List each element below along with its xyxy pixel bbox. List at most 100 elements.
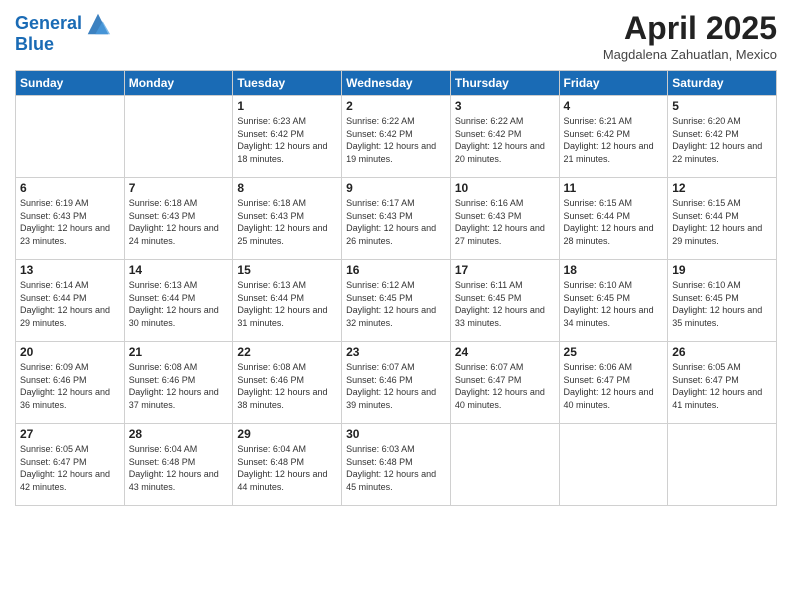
calendar-cell: 8Sunrise: 6:18 AM Sunset: 6:43 PM Daylig…: [233, 178, 342, 260]
day-info: Sunrise: 6:09 AM Sunset: 6:46 PM Dayligh…: [20, 361, 120, 411]
day-info: Sunrise: 6:16 AM Sunset: 6:43 PM Dayligh…: [455, 197, 555, 247]
day-number: 19: [672, 263, 772, 277]
calendar-col-header: Wednesday: [342, 71, 451, 96]
day-info: Sunrise: 6:23 AM Sunset: 6:42 PM Dayligh…: [237, 115, 337, 165]
calendar-cell: 2Sunrise: 6:22 AM Sunset: 6:42 PM Daylig…: [342, 96, 451, 178]
calendar-cell: 16 Sunrise: 6:12 AM Sunset: 6:45 PM Dayli…: [342, 260, 451, 342]
calendar-cell: 21Sunrise: 6:08 AM Sunset: 6:46 PM Dayli…: [124, 342, 233, 424]
calendar-body: 1 Sunrise: 6:23 AM Sunset: 6:42 PM Daylig…: [16, 96, 777, 506]
day-number: 13: [20, 263, 120, 277]
day-info: Sunrise: 6:05 AM Sunset: 6:47 PM Dayligh…: [20, 443, 120, 493]
day-info: Sunrise: 6:04 AM Sunset: 6:48 PM Dayligh…: [237, 443, 337, 493]
calendar-col-header: Saturday: [668, 71, 777, 96]
day-number: 6: [20, 181, 120, 195]
calendar-cell: 30 Sunrise: 6:03 AM Sunset: 6:48 PM Dayli…: [342, 424, 451, 506]
day-number: 11: [564, 181, 664, 195]
day-number: 24: [455, 345, 555, 359]
calendar-cell: 1 Sunrise: 6:23 AM Sunset: 6:42 PM Daylig…: [233, 96, 342, 178]
day-info: Sunrise: 6:22 AM Sunset: 6:42 PM Dayligh…: [455, 115, 555, 165]
day-number: 22: [237, 345, 337, 359]
calendar-col-header: Sunday: [16, 71, 125, 96]
calendar-cell: 9 Sunrise: 6:17 AM Sunset: 6:43 PM Daylig…: [342, 178, 451, 260]
day-info: Sunrise: 6:14 AM Sunset: 6:44 PM Dayligh…: [20, 279, 120, 329]
day-number: 15: [237, 263, 337, 277]
day-number: 25: [564, 345, 664, 359]
calendar-cell: 20 Sunrise: 6:09 AM Sunset: 6:46 PM Dayli…: [16, 342, 125, 424]
calendar: SundayMondayTuesdayWednesdayThursdayFrid…: [15, 70, 777, 506]
day-info: Sunrise: 6:19 AM Sunset: 6:43 PM Dayligh…: [20, 197, 120, 247]
calendar-cell: 18 Sunrise: 6:10 AM Sunset: 6:45 PM Dayli…: [559, 260, 668, 342]
calendar-cell: 13 Sunrise: 6:14 AM Sunset: 6:44 PM Dayli…: [16, 260, 125, 342]
day-info: Sunrise: 6:13 AM Sunset: 6:44 PM Dayligh…: [129, 279, 229, 329]
day-info: Sunrise: 6:12 AM Sunset: 6:45 PM Dayligh…: [346, 279, 446, 329]
day-info: Sunrise: 6:15 AM Sunset: 6:44 PM Dayligh…: [564, 197, 664, 247]
calendar-cell: [668, 424, 777, 506]
calendar-cell: 22 Sunrise: 6:08 AM Sunset: 6:46 PM Dayli…: [233, 342, 342, 424]
title-block: April 2025 Magdalena Zahuatlan, Mexico: [603, 10, 777, 62]
day-info: Sunrise: 6:07 AM Sunset: 6:46 PM Dayligh…: [346, 361, 446, 411]
calendar-cell: 7 Sunrise: 6:18 AM Sunset: 6:43 PM Daylig…: [124, 178, 233, 260]
day-number: 7: [129, 181, 229, 195]
day-number: 26: [672, 345, 772, 359]
day-number: 23: [346, 345, 446, 359]
day-info: Sunrise: 6:10 AM Sunset: 6:45 PM Dayligh…: [564, 279, 664, 329]
calendar-col-header: Tuesday: [233, 71, 342, 96]
day-number: 29: [237, 427, 337, 441]
day-number: 17: [455, 263, 555, 277]
logo-text: General: [15, 14, 82, 34]
day-info: Sunrise: 6:10 AM Sunset: 6:45 PM Dayligh…: [672, 279, 772, 329]
day-number: 4: [564, 99, 664, 113]
calendar-col-header: Monday: [124, 71, 233, 96]
day-info: Sunrise: 6:06 AM Sunset: 6:47 PM Dayligh…: [564, 361, 664, 411]
day-info: Sunrise: 6:08 AM Sunset: 6:46 PM Dayligh…: [237, 361, 337, 411]
calendar-cell: 15Sunrise: 6:13 AM Sunset: 6:44 PM Dayli…: [233, 260, 342, 342]
calendar-cell: [450, 424, 559, 506]
day-number: 21: [129, 345, 229, 359]
calendar-cell: 19 Sunrise: 6:10 AM Sunset: 6:45 PM Dayli…: [668, 260, 777, 342]
day-info: Sunrise: 6:11 AM Sunset: 6:45 PM Dayligh…: [455, 279, 555, 329]
calendar-cell: 25 Sunrise: 6:06 AM Sunset: 6:47 PM Dayli…: [559, 342, 668, 424]
location: Magdalena Zahuatlan, Mexico: [603, 47, 777, 62]
day-number: 18: [564, 263, 664, 277]
calendar-week-row: 13 Sunrise: 6:14 AM Sunset: 6:44 PM Dayli…: [16, 260, 777, 342]
calendar-cell: 3 Sunrise: 6:22 AM Sunset: 6:42 PM Daylig…: [450, 96, 559, 178]
day-number: 9: [346, 181, 446, 195]
day-info: Sunrise: 6:15 AM Sunset: 6:44 PM Dayligh…: [672, 197, 772, 247]
day-number: 20: [20, 345, 120, 359]
day-number: 12: [672, 181, 772, 195]
day-info: Sunrise: 6:17 AM Sunset: 6:43 PM Dayligh…: [346, 197, 446, 247]
calendar-cell: 5Sunrise: 6:20 AM Sunset: 6:42 PM Daylig…: [668, 96, 777, 178]
calendar-cell: [559, 424, 668, 506]
calendar-week-row: 6 Sunrise: 6:19 AM Sunset: 6:43 PM Daylig…: [16, 178, 777, 260]
calendar-cell: 10 Sunrise: 6:16 AM Sunset: 6:43 PM Dayli…: [450, 178, 559, 260]
calendar-cell: 14 Sunrise: 6:13 AM Sunset: 6:44 PM Dayli…: [124, 260, 233, 342]
calendar-cell: 28 Sunrise: 6:04 AM Sunset: 6:48 PM Dayli…: [124, 424, 233, 506]
day-number: 5: [672, 99, 772, 113]
calendar-cell: [16, 96, 125, 178]
calendar-col-header: Friday: [559, 71, 668, 96]
day-info: Sunrise: 6:04 AM Sunset: 6:48 PM Dayligh…: [129, 443, 229, 493]
page-header: General Blue April 2025 Magdalena Zahuat…: [15, 10, 777, 62]
calendar-cell: 24 Sunrise: 6:07 AM Sunset: 6:47 PM Dayli…: [450, 342, 559, 424]
day-number: 30: [346, 427, 446, 441]
day-info: Sunrise: 6:18 AM Sunset: 6:43 PM Dayligh…: [129, 197, 229, 247]
day-number: 14: [129, 263, 229, 277]
day-info: Sunrise: 6:22 AM Sunset: 6:42 PM Dayligh…: [346, 115, 446, 165]
calendar-cell: 11 Sunrise: 6:15 AM Sunset: 6:44 PM Dayli…: [559, 178, 668, 260]
calendar-cell: [124, 96, 233, 178]
calendar-week-row: 27Sunrise: 6:05 AM Sunset: 6:47 PM Dayli…: [16, 424, 777, 506]
day-info: Sunrise: 6:03 AM Sunset: 6:48 PM Dayligh…: [346, 443, 446, 493]
logo-icon: [84, 10, 112, 38]
calendar-cell: 6 Sunrise: 6:19 AM Sunset: 6:43 PM Daylig…: [16, 178, 125, 260]
day-number: 28: [129, 427, 229, 441]
month-title: April 2025: [603, 10, 777, 47]
day-number: 16: [346, 263, 446, 277]
day-number: 3: [455, 99, 555, 113]
day-number: 10: [455, 181, 555, 195]
day-info: Sunrise: 6:07 AM Sunset: 6:47 PM Dayligh…: [455, 361, 555, 411]
calendar-cell: 26Sunrise: 6:05 AM Sunset: 6:47 PM Dayli…: [668, 342, 777, 424]
calendar-cell: 4Sunrise: 6:21 AM Sunset: 6:42 PM Daylig…: [559, 96, 668, 178]
calendar-cell: 27Sunrise: 6:05 AM Sunset: 6:47 PM Dayli…: [16, 424, 125, 506]
day-number: 1: [237, 99, 337, 113]
calendar-col-header: Thursday: [450, 71, 559, 96]
